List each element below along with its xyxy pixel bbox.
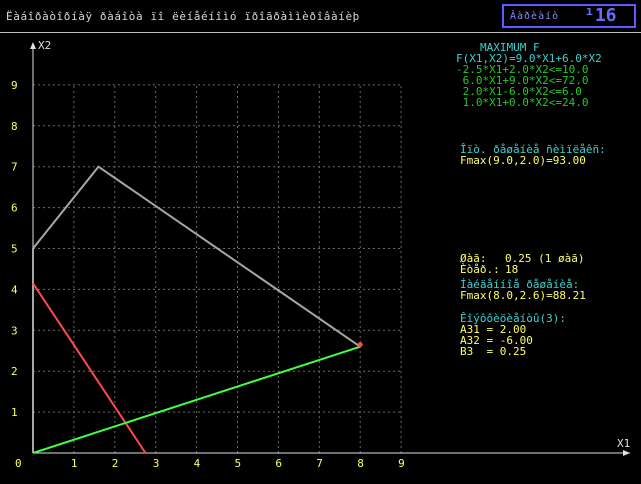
solution-point: [357, 342, 363, 348]
y-tick-label: 3: [11, 324, 18, 337]
y-tick-label: 1: [11, 406, 18, 419]
x-tick-label: 3: [153, 457, 160, 470]
coefficient-b3: B3 = 0.25: [460, 345, 527, 358]
x-tick-label: 1: [71, 457, 78, 470]
series-line-1: [32, 165, 361, 453]
optimal-value: Fmax(9.0,2.0)=93.00: [460, 154, 586, 167]
x-tick-label: 2: [112, 457, 119, 470]
y-axis-arrow: [30, 42, 36, 49]
x-tick-label: 6: [275, 457, 282, 470]
x-tick-label: 0: [15, 457, 22, 470]
x-tick-label: 5: [235, 457, 242, 470]
y-axis-label: X2: [38, 39, 51, 52]
y-tick-label: 6: [11, 202, 18, 215]
iteration-value: 18: [505, 263, 519, 276]
main-area: X2 X1 0 1 2 3 4 5 6 7 8 9 1 2 3 4 5 6 7 8 9 MAXIMUM F F(X1,X…: [0, 32, 641, 483]
x-tick-label: 9: [398, 457, 405, 470]
found-value: Fmax(8.0,2.6)=88.21: [460, 289, 586, 302]
y-tick-label: 8: [11, 120, 18, 133]
y-tick-label: 2: [11, 365, 18, 378]
variant-label: Âàðèàíò: [510, 11, 560, 22]
y-tick-label: 9: [11, 79, 18, 92]
x-tick-label: 4: [194, 457, 201, 470]
x-tick-label: 7: [316, 457, 323, 470]
y-tick-label: 7: [11, 161, 18, 174]
title-bar: Ëàáîðàòîðíàÿ ðàáîòà ïî ëèíåéíîìó ïðîãðàì…: [0, 0, 641, 32]
series-line-2: [32, 282, 147, 454]
constraint-4: 1.0*X1+0.0*X2<=24.0: [456, 96, 589, 109]
y-tick-label: 5: [11, 243, 18, 256]
variant-badge: Âàðèàíò ¹16: [502, 4, 636, 28]
iteration-label: Èòåð.:: [460, 263, 500, 276]
window-title: Ëàáîðàòîðíàÿ ðàáîòà ïî ëèíåéíîìó ïðîãðàì…: [6, 10, 360, 23]
y-tick-label: 4: [11, 283, 18, 296]
x-axis-arrow: [623, 450, 630, 456]
x-axis-label: X1: [617, 437, 630, 450]
x-tick-label: 8: [357, 457, 364, 470]
variant-number: ¹16: [584, 5, 617, 26]
